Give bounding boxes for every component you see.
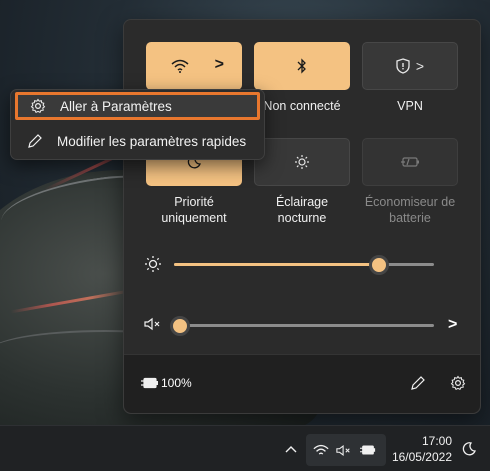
sun-icon — [145, 256, 161, 272]
battery-saver-icon — [401, 157, 419, 167]
quick-settings-footer: 100% — [124, 354, 480, 413]
night-light-icon — [295, 155, 309, 169]
wifi-tile[interactable]: > — [146, 42, 242, 90]
battery-charging-icon[interactable] — [141, 377, 159, 389]
battery-saver-tile[interactable] — [362, 138, 458, 186]
wifi-icon — [313, 444, 329, 455]
context-menu: Aller à Paramètres Modifier les paramètr… — [10, 89, 265, 160]
battery-saver-label-line1: Économiseur de — [364, 195, 456, 209]
wifi-expand-chevron-icon[interactable]: > — [215, 56, 224, 74]
pencil-icon[interactable] — [410, 375, 426, 391]
system-tray-quick-settings-button[interactable] — [306, 434, 386, 466]
battery-percentage[interactable]: 100% — [161, 376, 192, 390]
menu-item-go-to-settings[interactable]: Aller à Paramètres — [15, 92, 260, 120]
night-light-label-line1: Éclairage — [275, 195, 329, 209]
moon-icon[interactable] — [462, 442, 476, 456]
volume-track — [174, 324, 434, 327]
focus-assist-label: Priorité uniquement — [139, 194, 249, 226]
clock-time: 17:00 — [421, 434, 452, 448]
pencil-icon — [25, 133, 45, 149]
audio-output-chevron-icon[interactable]: > — [448, 316, 457, 334]
focus-assist-label-line1: Priorité — [174, 195, 214, 209]
shield-icon — [396, 58, 410, 74]
brightness-slider[interactable] — [174, 255, 434, 275]
brightness-thumb[interactable] — [369, 255, 389, 275]
gear-icon[interactable] — [450, 375, 466, 391]
focus-assist-label-line2: uniquement — [161, 211, 227, 225]
battery-saver-label: Économiseur de batterie — [350, 194, 470, 226]
speaker-muted-icon — [336, 444, 350, 457]
battery-saver-label-line2: batterie — [389, 211, 431, 225]
quick-settings-panel: > Non connecté > VPN Priorité uniquement — [123, 19, 481, 414]
menu-item-edit-quick-settings[interactable]: Modifier les paramètres rapides — [15, 127, 260, 155]
clock[interactable]: 17:00 16/05/2022 — [392, 433, 452, 465]
night-light-label: Éclairage nocturne — [247, 194, 357, 226]
taskbar: 17:00 16/05/2022 — [0, 425, 490, 471]
night-light-tile[interactable] — [254, 138, 350, 186]
gear-icon — [28, 98, 48, 114]
clock-date: 16/05/2022 — [391, 450, 452, 464]
volume-thumb[interactable] — [170, 316, 190, 336]
menu-item-label: Aller à Paramètres — [60, 98, 172, 114]
bluetooth-tile[interactable] — [254, 42, 350, 90]
bluetooth-icon — [297, 58, 306, 74]
brightness-fill — [174, 263, 379, 266]
vpn-label: VPN — [397, 99, 423, 113]
chevron-up-icon[interactable] — [285, 445, 297, 453]
night-light-label-line2: nocturne — [277, 211, 327, 225]
vpn-tile[interactable]: > — [362, 42, 458, 90]
menu-item-label: Modifier les paramètres rapides — [57, 133, 247, 149]
battery-charging-icon — [360, 445, 376, 455]
speaker-muted-icon — [144, 317, 160, 331]
wifi-icon — [171, 59, 189, 73]
volume-slider[interactable] — [170, 316, 434, 336]
vpn-expand-chevron-icon[interactable]: > — [416, 58, 424, 74]
